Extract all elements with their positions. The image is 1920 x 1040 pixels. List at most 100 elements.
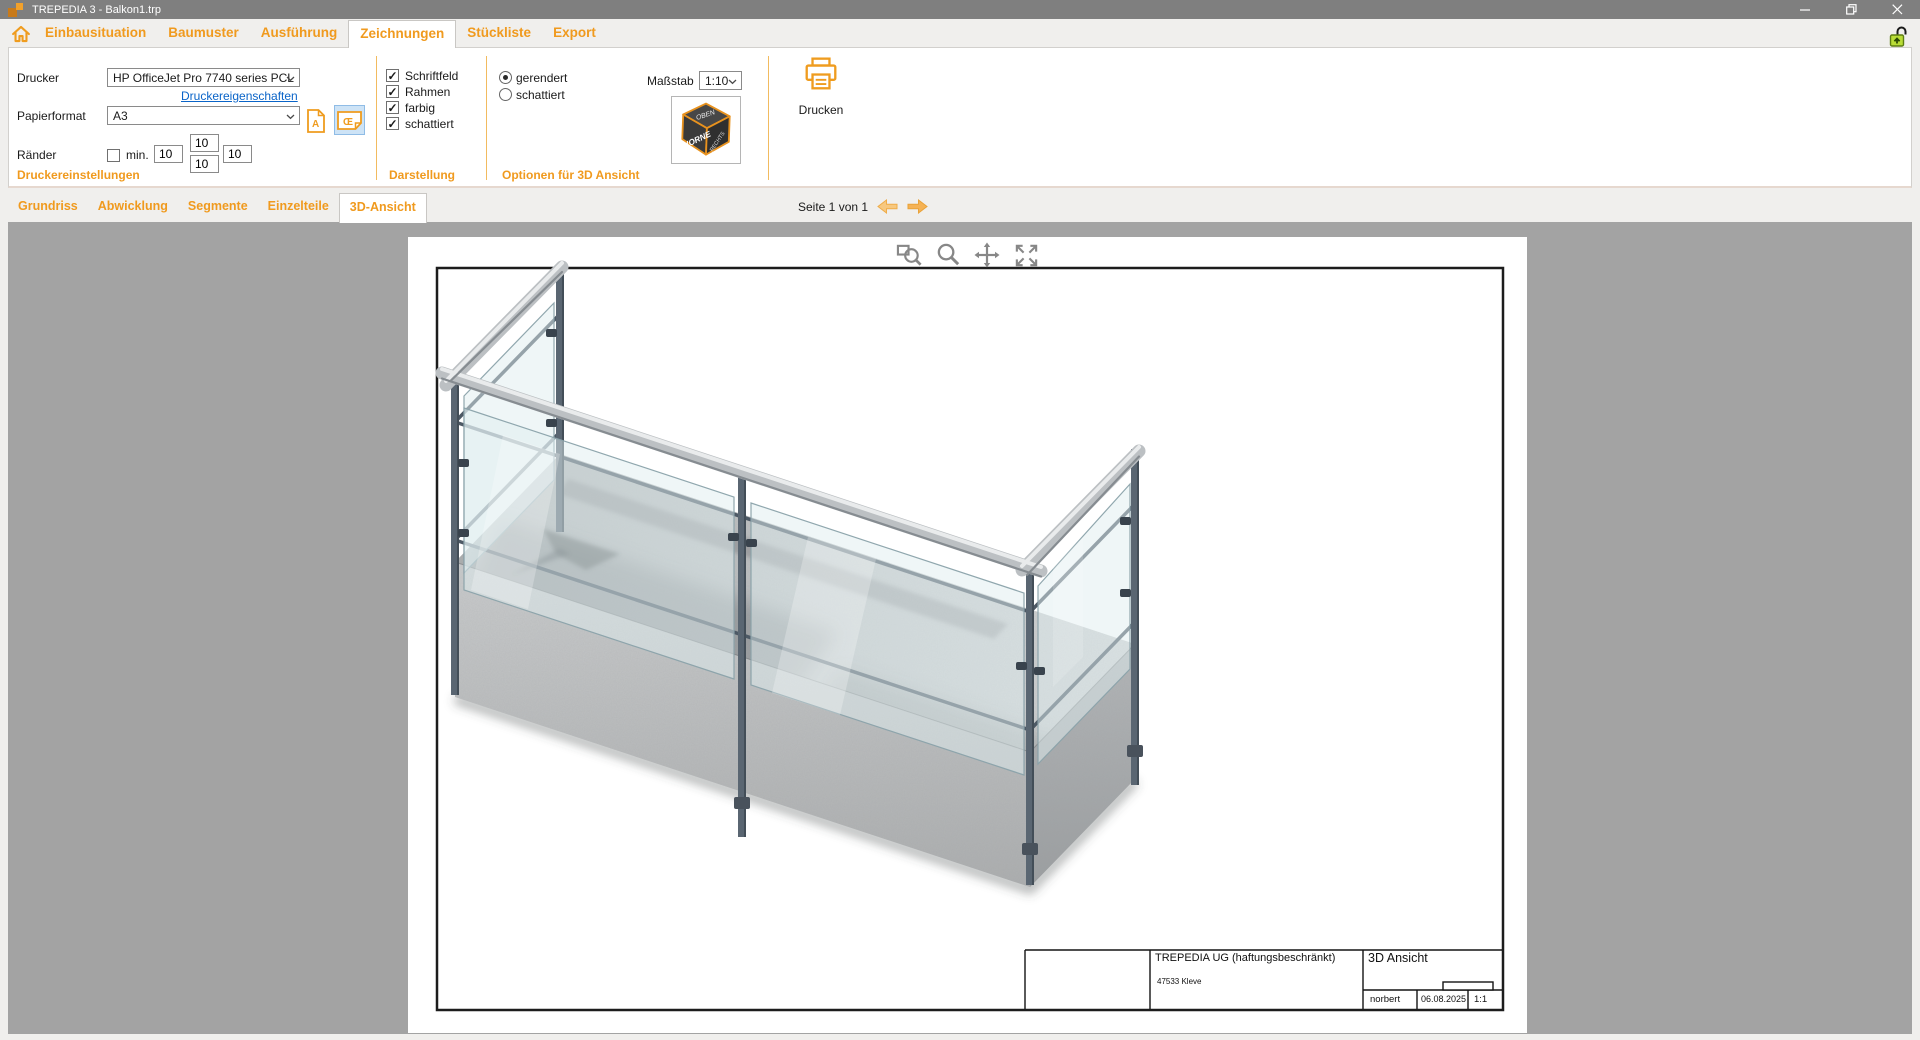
page-navigator: Seite 1 von 1 bbox=[798, 193, 928, 220]
farbig-checkbox[interactable]: ✓ bbox=[386, 101, 399, 114]
ribbon-separator bbox=[768, 56, 769, 180]
view-cube-button[interactable]: OBEN VORNE RECHTS bbox=[671, 96, 741, 164]
tab-stueckliste[interactable]: Stückliste bbox=[456, 20, 542, 47]
tab-export[interactable]: Export bbox=[542, 20, 607, 47]
scale-value: 1:10 bbox=[705, 74, 728, 88]
viewtab-grundriss[interactable]: Grundriss bbox=[8, 193, 88, 222]
group-label-darstellung: Darstellung bbox=[389, 168, 455, 182]
orientation-landscape-button[interactable]: Œ bbox=[334, 105, 365, 135]
close-button[interactable] bbox=[1874, 0, 1920, 19]
paper-format-label: Papierformat bbox=[17, 109, 86, 123]
close-icon bbox=[1892, 4, 1903, 15]
svg-text:Œ: Œ bbox=[343, 117, 353, 128]
margin-left-input[interactable] bbox=[154, 145, 183, 163]
viewtab-einzelteile[interactable]: Einzelteile bbox=[258, 193, 339, 222]
check-icon: ✓ bbox=[387, 71, 397, 81]
margins-min-checkbox[interactable] bbox=[107, 149, 120, 162]
printer-properties-link[interactable]: Druckereigenschaften bbox=[181, 89, 298, 103]
titleblock-address: 47533 Kleve bbox=[1157, 977, 1201, 986]
tab-ausfuehrung[interactable]: Ausführung bbox=[250, 20, 349, 47]
unlock-indicator[interactable] bbox=[1887, 25, 1911, 48]
printer-value: HP OfficeJet Pro 7740 series PCL bbox=[113, 71, 294, 85]
chevron-down-icon bbox=[286, 114, 295, 120]
titleblock-view-name: 3D Ansicht bbox=[1368, 951, 1428, 965]
printer-label: Drucker bbox=[17, 71, 59, 85]
schattiert-label: schattiert bbox=[405, 117, 454, 131]
zoom-button[interactable] bbox=[934, 241, 962, 269]
pan-button[interactable] bbox=[973, 241, 1001, 269]
schriftfeld-label: Schriftfeld bbox=[405, 69, 458, 83]
page-indicator: Seite 1 von 1 bbox=[798, 200, 868, 214]
schattiert-radio-label: schattiert bbox=[516, 88, 565, 102]
scale-label: Maßstab bbox=[647, 74, 694, 88]
tab-zeichnungen[interactable]: Zeichnungen bbox=[348, 20, 456, 48]
balcony-model bbox=[442, 263, 1143, 889]
titleblock-author: norbert bbox=[1370, 994, 1400, 1005]
main-tab-row: Einbausituation Baumuster Ausführung Zei… bbox=[0, 19, 1920, 47]
pan-icon bbox=[973, 241, 1001, 269]
fit-screen-icon bbox=[1013, 242, 1040, 269]
previous-page-button[interactable] bbox=[877, 199, 898, 214]
landscape-page-icon: Œ bbox=[337, 111, 362, 130]
gerendert-label: gerendert bbox=[516, 71, 567, 85]
orientation-portrait-button[interactable]: A bbox=[305, 107, 327, 134]
fit-to-screen-button[interactable] bbox=[1012, 241, 1040, 269]
gerendert-radio[interactable] bbox=[499, 71, 512, 84]
margins-label: Ränder bbox=[17, 148, 56, 162]
portrait-page-icon: A bbox=[307, 109, 325, 133]
window-title: TREPEDIA 3 - Balkon1.trp bbox=[32, 4, 161, 16]
ribbon-zeichnungen: Drucker HP OfficeJet Pro 7740 series PCL… bbox=[8, 47, 1912, 188]
open-padlock-icon bbox=[1887, 25, 1911, 48]
margin-bottom-input[interactable] bbox=[190, 155, 219, 173]
balcony-3d-render bbox=[408, 237, 1527, 1033]
titleblock-company: TREPEDIA UG (haftungsbeschränkt) bbox=[1155, 952, 1335, 964]
margin-top-input[interactable] bbox=[190, 134, 219, 152]
view-tab-row: Grundriss Abwicklung Segmente Einzelteil… bbox=[0, 188, 1920, 222]
group-label-optionen-3d: Optionen für 3D Ansicht bbox=[502, 168, 640, 182]
titleblock-scale: 1:1 bbox=[1474, 994, 1487, 1005]
schattiert-radio[interactable] bbox=[499, 88, 512, 101]
rahmen-checkbox[interactable]: ✓ bbox=[386, 85, 399, 98]
minimize-icon bbox=[1800, 5, 1811, 15]
next-page-button[interactable] bbox=[907, 199, 928, 214]
group-label-druckereinstellungen: Druckereinstellungen bbox=[17, 168, 140, 182]
printer-icon bbox=[803, 56, 839, 92]
restore-button[interactable] bbox=[1828, 0, 1874, 19]
zoom-window-button[interactable] bbox=[895, 241, 923, 269]
rahmen-label: Rahmen bbox=[405, 85, 450, 99]
drawing-canvas-area: TREPEDIA UG (haftungsbeschränkt) 47533 K… bbox=[8, 222, 1912, 1034]
app-logo-icon bbox=[8, 3, 24, 17]
titleblock-date: 06.08.2025 bbox=[1421, 994, 1466, 1004]
chevron-down-icon bbox=[728, 79, 737, 85]
schattiert-checkbox[interactable]: ✓ bbox=[386, 117, 399, 130]
print-button-label: Drucken bbox=[799, 103, 844, 117]
viewtab-abwicklung[interactable]: Abwicklung bbox=[88, 193, 178, 222]
chevron-down-icon bbox=[286, 76, 295, 82]
margin-right-input[interactable] bbox=[223, 145, 252, 163]
orientation-cube-icon: OBEN VORNE RECHTS bbox=[674, 99, 738, 161]
tab-einbausituation[interactable]: Einbausituation bbox=[34, 20, 157, 47]
svg-text:A: A bbox=[312, 119, 319, 130]
home-button[interactable] bbox=[10, 23, 32, 45]
view-toolbar bbox=[895, 241, 1040, 269]
paper-format-select[interactable]: A3 bbox=[107, 106, 300, 125]
print-button[interactable]: Drucken bbox=[781, 56, 861, 117]
viewtab-3d-ansicht[interactable]: 3D-Ansicht bbox=[339, 193, 427, 223]
viewtab-segmente[interactable]: Segmente bbox=[178, 193, 258, 222]
scale-select[interactable]: 1:10 bbox=[699, 71, 742, 90]
check-icon: ✓ bbox=[387, 103, 397, 113]
schriftfeld-checkbox[interactable]: ✓ bbox=[386, 69, 399, 82]
title-bar: TREPEDIA 3 - Balkon1.trp bbox=[0, 0, 1920, 19]
home-icon bbox=[11, 25, 31, 43]
minimize-button[interactable] bbox=[1782, 0, 1828, 19]
ribbon-separator bbox=[486, 56, 487, 180]
tab-baumuster[interactable]: Baumuster bbox=[157, 20, 250, 47]
restore-icon bbox=[1846, 4, 1857, 15]
zoom-window-icon bbox=[896, 242, 923, 269]
farbig-label: farbig bbox=[405, 101, 435, 115]
trepedia-window: { "window": { "title": "TREPEDIA 3 - Bal… bbox=[0, 0, 1920, 1040]
printer-select[interactable]: HP OfficeJet Pro 7740 series PCL bbox=[107, 68, 300, 87]
margins-min-label: min. bbox=[126, 148, 149, 162]
check-icon: ✓ bbox=[387, 119, 397, 129]
ribbon-separator bbox=[376, 56, 377, 180]
